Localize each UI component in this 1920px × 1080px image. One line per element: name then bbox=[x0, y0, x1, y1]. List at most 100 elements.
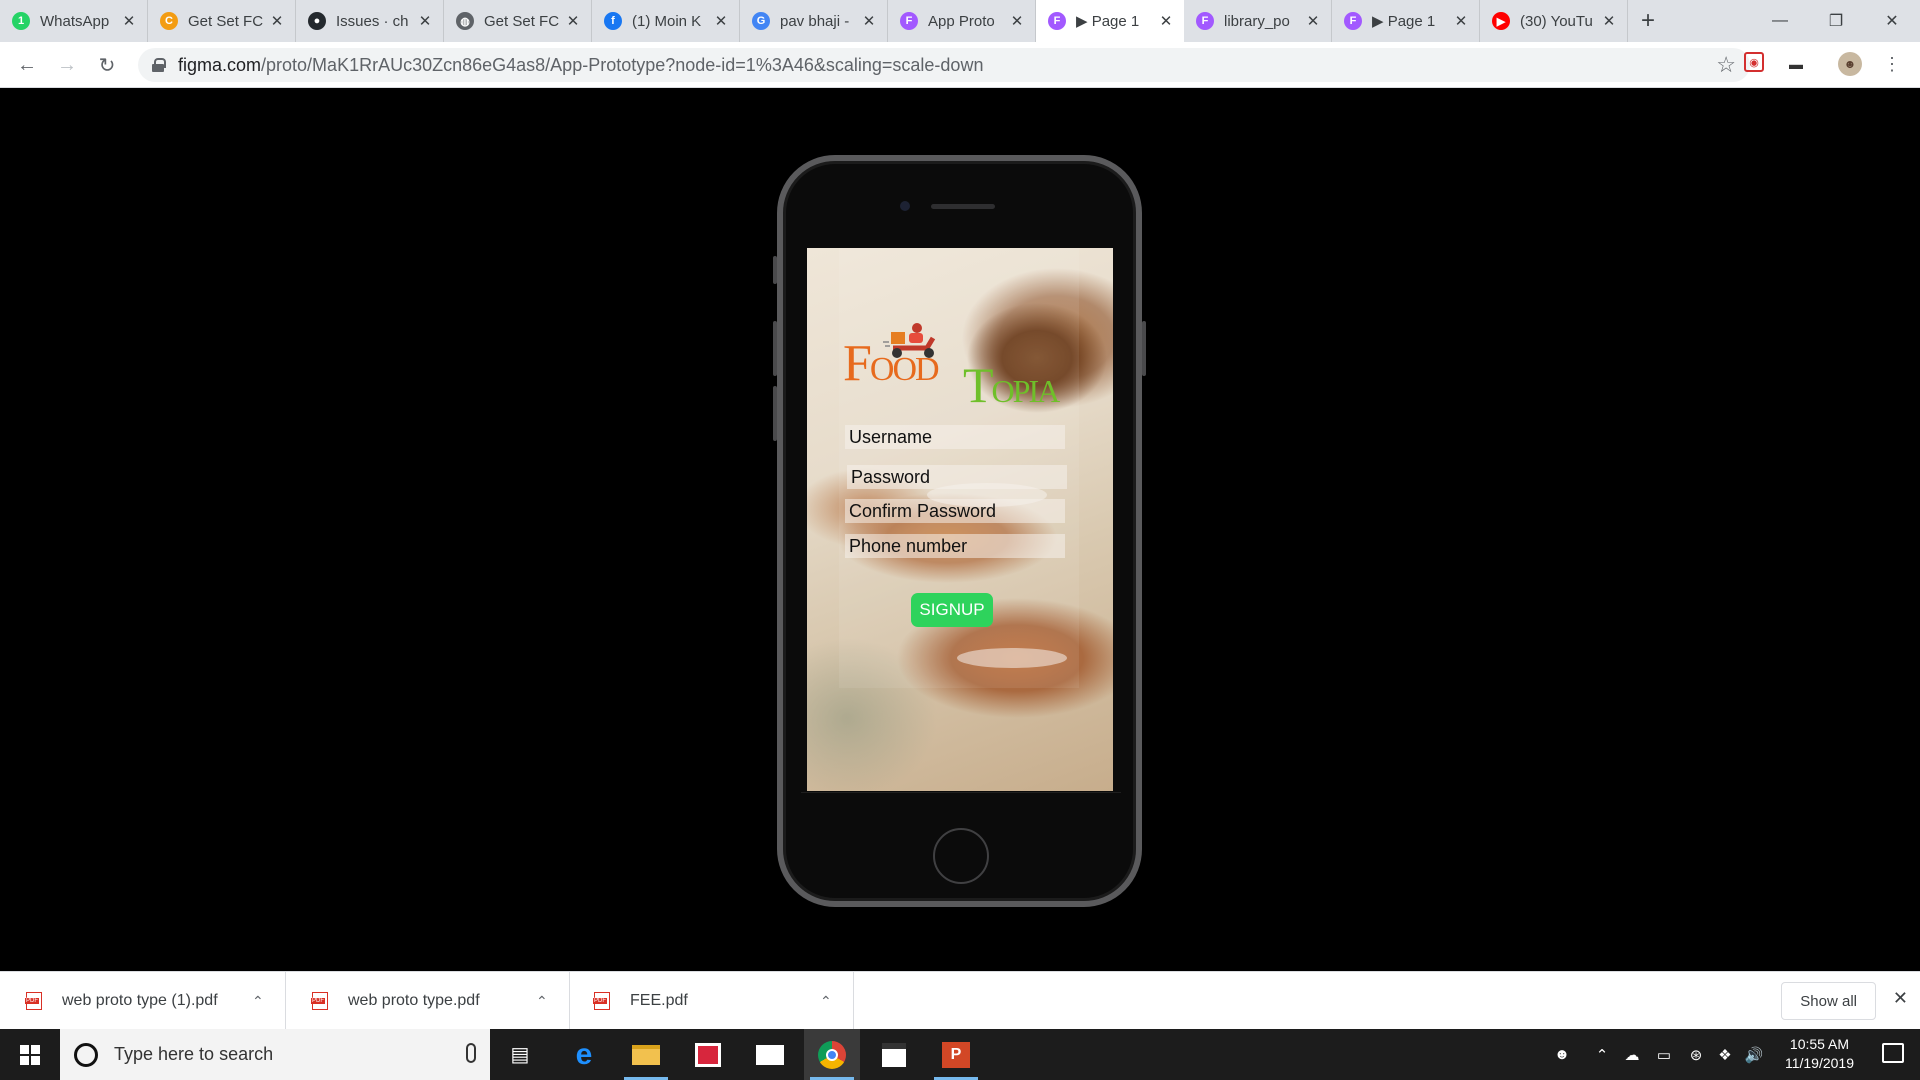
figma-icon: F bbox=[1048, 12, 1066, 30]
chrome-icon[interactable] bbox=[804, 1029, 860, 1080]
file-explorer-icon[interactable] bbox=[618, 1029, 674, 1080]
cortana-icon bbox=[74, 1042, 98, 1067]
download-filename: FEE.pdf bbox=[630, 992, 688, 1009]
chevron-up-icon[interactable]: ⌃ bbox=[536, 993, 548, 1010]
signup-button[interactable]: SIGNUP bbox=[911, 593, 993, 627]
close-tab-icon[interactable]: ✕ bbox=[1158, 12, 1174, 30]
browser-tab[interactable]: F ▶ Page 1 ✕ bbox=[1036, 0, 1184, 42]
close-tab-icon[interactable]: ✕ bbox=[121, 12, 137, 30]
browser-tab[interactable]: Flibrary_po ✕ bbox=[1184, 0, 1332, 42]
pocket-extension-icon[interactable]: ◉ bbox=[1744, 52, 1764, 72]
taskbar-search-box[interactable]: Type here to search bbox=[60, 1029, 490, 1080]
tab-title: Get Set FC bbox=[188, 12, 264, 30]
task-view-icon[interactable]: ▤ bbox=[492, 1029, 548, 1080]
globe-icon: ◍ bbox=[456, 12, 474, 30]
download-item[interactable]: web proto type.pdf ⌃ bbox=[286, 972, 570, 1030]
phone-number-field[interactable]: Phone number bbox=[845, 534, 1065, 558]
close-window-button[interactable]: ✕ bbox=[1864, 0, 1920, 42]
figma-icon: F bbox=[1196, 12, 1214, 30]
browser-tab[interactable]: F ▶ Page 1 ✕ bbox=[1332, 0, 1480, 42]
orange-c-icon: C bbox=[160, 12, 178, 30]
close-tab-icon[interactable]: ✕ bbox=[565, 12, 581, 30]
onedrive-icon[interactable]: ☁ bbox=[1618, 1029, 1646, 1080]
clock-date: 11/19/2019 bbox=[1784, 1055, 1854, 1071]
show-all-downloads-button[interactable]: Show all bbox=[1781, 982, 1876, 1020]
show-hidden-icons-icon[interactable]: ⌃ bbox=[1590, 1029, 1614, 1080]
browser-tab[interactable]: f (1) Moin K ✕ bbox=[592, 0, 740, 42]
new-tab-button[interactable]: + bbox=[1628, 0, 1668, 42]
gift-app-icon[interactable] bbox=[680, 1029, 736, 1080]
download-filename: web proto type (1).pdf bbox=[62, 992, 218, 1009]
dropbox-icon[interactable]: ❖ bbox=[1712, 1029, 1738, 1080]
clock-time: 10:55 AM bbox=[1789, 1036, 1850, 1052]
lock-icon bbox=[152, 58, 166, 72]
chevron-up-icon[interactable]: ⌃ bbox=[820, 993, 832, 1010]
close-downloads-icon[interactable]: ✕ bbox=[1893, 988, 1908, 1009]
microphone-icon[interactable] bbox=[466, 1043, 476, 1063]
tab-title: (1) Moin K bbox=[632, 12, 702, 30]
pdf-file-icon bbox=[311, 992, 328, 1010]
phone-speaker bbox=[931, 204, 995, 209]
browser-tab[interactable]: 1 WhatsApp ✕ bbox=[0, 0, 148, 42]
edge-browser-icon[interactable]: e bbox=[556, 1029, 612, 1080]
close-tab-icon[interactable]: ✕ bbox=[713, 12, 729, 30]
browser-tab[interactable]: Gpav bhaji - ✕ bbox=[740, 0, 888, 42]
tab-title: ▶ Page 1 bbox=[1076, 13, 1140, 30]
confirm-password-field[interactable]: Confirm Password bbox=[845, 499, 1065, 523]
bookmark-star-icon[interactable]: ☆ bbox=[1716, 52, 1736, 78]
browser-tab[interactable]: ◍ Get Set FC ✕ bbox=[444, 0, 592, 42]
restore-button[interactable]: ❐ bbox=[1808, 0, 1864, 42]
logo-topia-initial: T bbox=[963, 357, 994, 413]
reload-button[interactable]: ↻ bbox=[92, 50, 122, 80]
browser-tab[interactable]: ● Issues · ch ✕ bbox=[296, 0, 444, 42]
close-tab-icon[interactable]: ✕ bbox=[861, 12, 877, 30]
browser-tab[interactable]: ▶ (30) YouTu ✕ bbox=[1480, 0, 1628, 42]
tab-title: pav bhaji - bbox=[780, 12, 850, 30]
menu-dots-icon[interactable]: ⋮ bbox=[1880, 52, 1904, 76]
forward-button[interactable]: → bbox=[52, 50, 82, 80]
microsoft-store-icon[interactable] bbox=[866, 1029, 922, 1080]
close-tab-icon[interactable]: ✕ bbox=[1601, 12, 1617, 30]
system-clock[interactable]: 10:55 AM 11/19/2019 bbox=[1785, 1035, 1854, 1073]
download-item[interactable]: web proto type (1).pdf ⌃ bbox=[0, 972, 286, 1030]
url-path: /proto/MaK1RrAUc30Zcn86eG4as8/App-Protot… bbox=[261, 54, 984, 75]
tab-title: Issues · ch bbox=[336, 12, 409, 30]
phone-mute-switch bbox=[773, 256, 777, 284]
pdf-file-icon bbox=[25, 992, 42, 1010]
start-button[interactable] bbox=[0, 1029, 60, 1080]
wifi-icon[interactable]: ⊛ bbox=[1682, 1029, 1710, 1080]
volume-icon[interactable]: 🔊 bbox=[1740, 1029, 1768, 1080]
close-tab-icon[interactable]: ✕ bbox=[1305, 12, 1321, 30]
incognito-extension-icon[interactable]: ▬ bbox=[1784, 52, 1808, 76]
browser-toolbar: ← → ↻ figma.com/proto/MaK1RrAUc30Zcn86eG… bbox=[0, 42, 1920, 88]
chevron-up-icon[interactable]: ⌃ bbox=[252, 993, 264, 1010]
figma-prototype-viewport: FOOD TOPIA Username Password Confirm Pas… bbox=[0, 89, 1920, 971]
logo-topia-text: TOPIA bbox=[963, 356, 1060, 414]
action-center-icon[interactable] bbox=[1882, 1043, 1904, 1063]
profile-avatar[interactable]: ☻ bbox=[1838, 52, 1862, 76]
browser-tab[interactable]: F App Proto ✕ bbox=[888, 0, 1036, 42]
signup-screen: FOOD TOPIA Username Password Confirm Pas… bbox=[807, 248, 1113, 791]
battery-icon[interactable]: ▭ bbox=[1650, 1029, 1678, 1080]
powerpoint-icon[interactable]: P bbox=[928, 1029, 984, 1080]
close-tab-icon[interactable]: ✕ bbox=[1453, 12, 1469, 30]
download-item[interactable]: FEE.pdf ⌃ bbox=[570, 972, 854, 1030]
foodtopia-logo: FOOD TOPIA bbox=[843, 318, 1083, 413]
close-tab-icon[interactable]: ✕ bbox=[417, 12, 433, 30]
username-field[interactable]: Username bbox=[845, 425, 1065, 449]
address-bar[interactable]: figma.com/proto/MaK1RrAUc30Zcn86eG4as8/A… bbox=[138, 48, 1750, 82]
close-tab-icon[interactable]: ✕ bbox=[269, 12, 285, 30]
figma-icon: F bbox=[900, 12, 918, 30]
mail-icon[interactable] bbox=[742, 1029, 798, 1080]
logo-food-initial: F bbox=[843, 335, 872, 392]
people-icon[interactable]: ☻ bbox=[1548, 1029, 1576, 1080]
minimize-button[interactable]: — bbox=[1752, 0, 1808, 42]
url-domain: figma.com bbox=[178, 54, 262, 75]
browser-tab[interactable]: C Get Set FC ✕ bbox=[148, 0, 296, 42]
back-button[interactable]: ← bbox=[12, 50, 42, 80]
downloads-shelf: web proto type (1).pdf ⌃ web proto type.… bbox=[0, 971, 1920, 1030]
password-field[interactable]: Password bbox=[847, 465, 1067, 489]
close-tab-icon[interactable]: ✕ bbox=[1009, 12, 1025, 30]
home-button[interactable] bbox=[933, 828, 989, 884]
tab-title: App Proto bbox=[928, 12, 995, 30]
